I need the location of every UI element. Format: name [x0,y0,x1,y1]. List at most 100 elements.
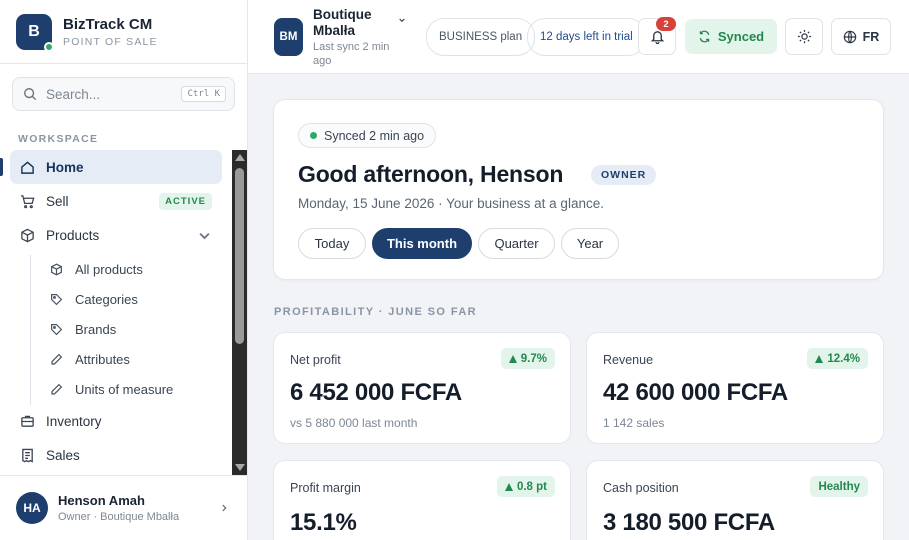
kpi-card-net-profit[interactable]: Net profit 9.7% 6 452 000 FCFA vs 5 880 … [273,332,571,444]
sidebar-subitem-brands[interactable]: Brands [40,315,220,343]
chevron-down-icon[interactable] [398,16,406,24]
sidebar-item-inventory[interactable]: Inventory [10,404,222,438]
sidebar-item-products[interactable]: Products [10,218,222,252]
receipt-icon [22,448,33,463]
sidebar-item-label: Products [46,227,100,243]
tag-icon [51,323,63,335]
refresh-icon [699,30,710,43]
sidebar-item-label: Home [46,159,84,175]
sidebar-divider [0,63,247,64]
search-input[interactable]: Search... Ctrl K [12,77,235,111]
period-quarter-button[interactable]: Quarter [478,228,555,259]
kpi-title: Cash position [603,481,679,495]
profitability-section-label: PROFITABILITY · JUNE SO FAR [274,306,478,318]
notification-count: 2 [656,17,676,31]
sidebar-subitem-label: All products [75,261,143,277]
kpi-subtext: vs 5 880 000 last month [290,416,418,430]
chevron-down-icon[interactable] [197,228,212,243]
kpi-value: 3 180 500 FCFA [603,509,775,536]
page-title: Good afternoon, Henson [298,161,564,187]
status-badge: Healthy [810,476,868,497]
kpi-subtext: 1 142 sales [603,416,665,430]
store-switcher[interactable]: Boutique Mbalła Last sync 2 min ago [313,7,403,68]
kpi-card-cash-position[interactable]: Cash position Healthy 3 180 500 FCFA [586,460,884,540]
last-sync: Last sync 2 min ago [313,41,390,67]
kpi-value: 42 600 000 FCFA [603,379,788,406]
kpi-card-revenue[interactable]: Revenue 12.4% 42 600 000 FCFA 1 142 sale… [586,332,884,444]
scroll-thumb[interactable] [235,168,244,344]
subtree-line [30,255,31,405]
sidebar-item-home[interactable]: Home [10,150,222,184]
sidebar-subitem-attributes[interactable]: Attributes [40,345,220,373]
home-icon [21,160,34,174]
brand[interactable]: B BizTrack CM POINT OF SALE [16,14,158,52]
date-line: Monday, 15 June 2026 · Your business at … [298,196,604,211]
top-bar: BM Boutique Mbalła Last sync 2 min ago B… [248,0,909,74]
kpi-card-profit-margin[interactable]: Profit margin 0.8 pt 15.1% [273,460,571,540]
scroll-up-arrow[interactable] [235,154,245,161]
sidebar-item-label: Inventory [46,413,102,429]
sidebar-subitem-label: Categories [75,291,138,307]
sidebar-item-label: Sell [46,193,69,209]
greeting-card: Synced 2 min ago Good afternoon, Henson … [273,99,884,280]
arrow-up-icon [508,354,517,363]
period-month-button[interactable]: This month [372,228,472,259]
kpi-title: Revenue [603,353,654,367]
arrow-up-icon [815,354,824,363]
globe-icon [843,30,856,43]
chevron-right-icon [222,504,227,512]
sidebar-subitem-units[interactable]: Units of measure [40,375,220,403]
kpi-delta-badge: 9.7% [500,348,555,369]
search-shortcut: Ctrl K [181,86,226,102]
inventory-icon [21,415,34,427]
language-button[interactable]: FR [831,18,891,55]
notifications-button[interactable]: 2 [638,17,676,55]
sidebar-subitem-categories[interactable]: Categories [40,285,220,313]
kpi-value: 15.1% [290,509,357,536]
trial-badge[interactable]: 12 days left in trial [527,18,646,56]
kpi-title: Net profit [290,353,341,367]
sidebar-item-sell[interactable]: Sell ACTIVE [10,184,222,218]
pencil-icon [51,383,63,395]
plan-badge[interactable]: BUSINESS plan [426,18,536,56]
role-badge: OWNER [591,165,657,185]
sidebar-item-sales[interactable]: Sales [10,438,222,472]
sidebar-subitem-all-products[interactable]: All products [40,255,220,283]
theme-toggle-button[interactable] [785,18,823,55]
brand-logo-letter: B [28,23,40,40]
search-placeholder: Search... [46,86,101,102]
sync-chip: Synced 2 min ago [298,123,437,148]
kpi-delta-badge: 0.8 pt [496,476,555,497]
period-year-button[interactable]: Year [561,228,619,259]
arrow-up-icon [504,482,513,491]
sync-button[interactable]: Synced [685,19,777,54]
box-icon [51,263,62,275]
sync-status: Synced [717,29,765,44]
online-status-dot [44,42,54,52]
kpi-delta-value: 0.8 pt [516,480,547,493]
user-name: Henson Amah [58,493,145,508]
store-avatar: BM [274,18,303,56]
kpi-delta-value: 9.7% [520,352,547,365]
cart-icon [20,194,35,208]
sidebar-item-label: Sales [46,447,80,463]
brand-logo: B [16,14,54,52]
sync-chip-label: Synced 2 min ago [324,128,425,143]
sidebar: B BizTrack CM POINT OF SALE Search... Ct… [0,0,248,540]
status-badge: ACTIVE [159,192,212,210]
box-icon [21,228,34,242]
pencil-icon [51,353,63,365]
avatar: HA [16,492,48,524]
sidebar-subitem-label: Brands [75,321,117,337]
kpi-delta-badge: 12.4% [807,348,868,369]
sidebar-subitem-label: Units of measure [75,381,174,397]
scroll-down-arrow[interactable] [235,464,245,471]
brand-name: BizTrack CM [63,16,153,33]
sun-icon [797,29,811,44]
period-today-button[interactable]: Today [298,228,366,259]
user-role: Owner · Boutique Mbalła [58,511,180,523]
active-indicator [0,158,3,176]
sidebar-scrollbar[interactable] [232,150,247,475]
user-profile[interactable]: HA Henson Amah Owner · Boutique Mbalła [0,475,247,540]
kpi-title: Profit margin [290,481,361,495]
